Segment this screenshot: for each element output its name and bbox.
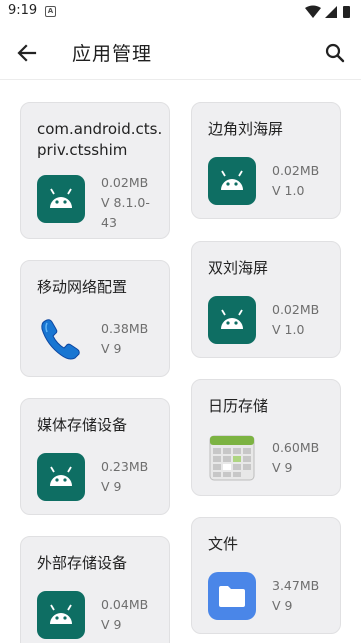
status-icons <box>305 5 350 18</box>
app-name: 双刘海屏 <box>208 259 269 277</box>
app-name: 日历存储 <box>208 397 269 415</box>
app-bar: 应用管理 <box>0 24 361 80</box>
page-title: 应用管理 <box>72 43 153 65</box>
app-card[interactable]: 媒体存储设备 0.23MB V 9 <box>20 398 170 515</box>
app-version: V 1.0 <box>272 183 305 198</box>
app-size: 0.02MB <box>101 175 149 190</box>
app-meta: 0.38MB V 9 <box>101 319 148 359</box>
android-icon <box>37 591 85 639</box>
app-name: com.android.cts.priv.ctsshim <box>37 120 163 159</box>
android-icon <box>208 157 256 205</box>
app-name: 移动网络配置 <box>37 278 128 296</box>
signal-icon <box>325 6 337 18</box>
app-card[interactable]: 文件 3.47MB V 9 <box>191 517 341 634</box>
arrow-back-icon <box>17 44 37 62</box>
app-meta: 0.60MB V 9 <box>272 438 319 478</box>
phone-icon <box>37 315 85 363</box>
app-name: 媒体存储设备 <box>37 416 128 434</box>
app-card[interactable]: 日历存储 0.60MB V 9 <box>191 379 341 496</box>
wifi-icon <box>305 5 321 18</box>
notification-icon: A <box>45 6 56 17</box>
app-version: V 1.0 <box>272 322 305 337</box>
app-version: V 9 <box>101 617 122 632</box>
app-size: 0.23MB <box>101 459 149 474</box>
app-size: 0.02MB <box>272 302 320 317</box>
back-button[interactable] <box>12 38 42 68</box>
app-version: V 9 <box>101 341 122 356</box>
android-icon <box>37 175 85 223</box>
app-card[interactable]: com.android.cts.priv.ctsshim 0.02MB V 8.… <box>20 102 170 239</box>
app-card[interactable]: 边角刘海屏 0.02MB V 1.0 <box>191 102 341 219</box>
app-grid: com.android.cts.priv.ctsshim 0.02MB V 8.… <box>0 80 361 643</box>
app-size: 0.04MB <box>101 597 149 612</box>
app-size: 0.60MB <box>272 440 320 455</box>
app-meta: 0.02MB V 8.1.0-43 <box>101 173 163 233</box>
app-meta: 0.23MB V 9 <box>101 457 148 497</box>
status-bar: 9:19 A <box>0 0 361 24</box>
app-name: 边角刘海屏 <box>208 120 284 138</box>
app-card[interactable]: 外部存储设备 0.04MB V 9 <box>20 536 170 643</box>
files-icon <box>208 572 256 620</box>
battery-icon <box>343 6 350 18</box>
status-time: 9:19 <box>8 3 38 18</box>
app-version: V 9 <box>272 598 293 613</box>
app-version: V 9 <box>272 460 293 475</box>
search-button[interactable] <box>320 38 350 68</box>
app-name: 外部存储设备 <box>37 554 128 572</box>
android-icon <box>37 453 85 501</box>
app-card[interactable]: 双刘海屏 0.02MB V 1.0 <box>191 241 341 358</box>
app-meta: 0.02MB V 1.0 <box>272 300 319 340</box>
app-size: 0.38MB <box>101 321 149 336</box>
android-icon <box>208 296 256 344</box>
app-name: 文件 <box>208 535 239 553</box>
app-size: 0.02MB <box>272 163 320 178</box>
calendar-icon <box>208 434 256 482</box>
app-meta: 0.04MB V 9 <box>101 595 148 635</box>
app-size: 3.47MB <box>272 578 320 593</box>
app-card[interactable]: 移动网络配置 0.38MB V 9 <box>20 260 170 377</box>
search-icon <box>325 43 345 63</box>
app-version: V 9 <box>101 479 122 494</box>
app-meta: 3.47MB V 9 <box>272 576 319 616</box>
app-version: V 8.1.0-43 <box>101 195 150 230</box>
app-meta: 0.02MB V 1.0 <box>272 161 319 201</box>
